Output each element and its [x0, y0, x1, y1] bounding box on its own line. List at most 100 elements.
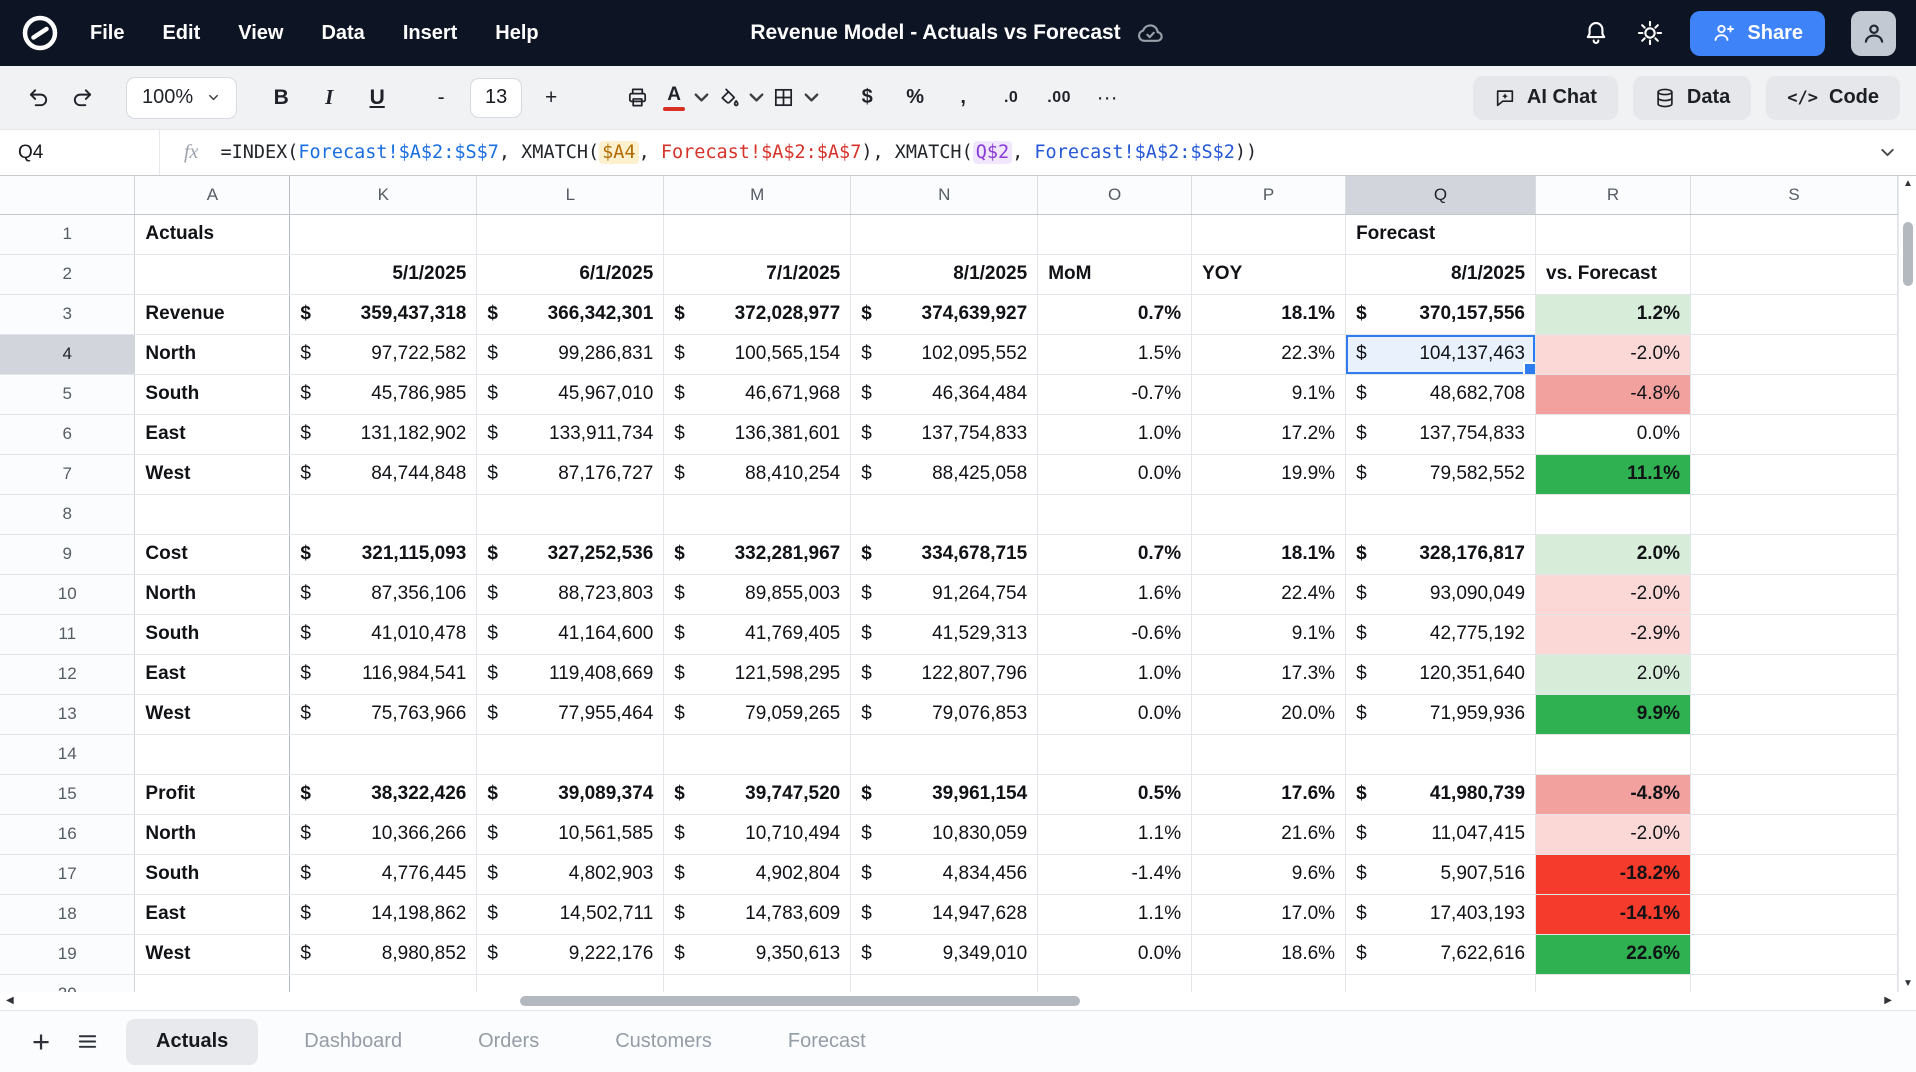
formula-input[interactable]: =INDEX(Forecast!$A$2:$S$7, XMATCH($A4, F… [220, 141, 1865, 164]
cell-P17[interactable]: 9.6% [1192, 854, 1346, 894]
cell-P10[interactable]: 22.4% [1192, 574, 1346, 614]
cell-M3[interactable]: $372,028,977 [664, 294, 851, 334]
cell-N7[interactable]: $88,425,058 [851, 454, 1038, 494]
zoom-select[interactable]: 100% [126, 77, 237, 119]
cell-P14[interactable] [1192, 734, 1346, 774]
cell-Q13[interactable]: $71,959,936 [1346, 694, 1536, 734]
cell-N11[interactable]: $41,529,313 [851, 614, 1038, 654]
cell-N8[interactable] [851, 494, 1038, 534]
row-header-16[interactable]: 16 [0, 814, 135, 854]
cell-K2[interactable]: 5/1/2025 [290, 254, 477, 294]
cell-R15[interactable]: -4.8% [1536, 774, 1691, 814]
cell-R9[interactable]: 2.0% [1536, 534, 1691, 574]
cell-O6[interactable]: 1.0% [1038, 414, 1192, 454]
cell-M17[interactable]: $4,902,804 [664, 854, 851, 894]
cell-L17[interactable]: $4,802,903 [477, 854, 664, 894]
cell-M6[interactable]: $136,381,601 [664, 414, 851, 454]
cell-N9[interactable]: $334,678,715 [851, 534, 1038, 574]
cell-S11[interactable] [1691, 614, 1898, 654]
cell-Q18[interactable]: $17,403,193 [1346, 894, 1536, 934]
cell-P11[interactable]: 9.1% [1192, 614, 1346, 654]
cell-L19[interactable]: $9,222,176 [477, 934, 664, 974]
sheet-tab-orders[interactable]: Orders [448, 1019, 569, 1065]
cell-K20[interactable] [290, 974, 477, 992]
scroll-down-arrow[interactable]: ▼ [1903, 979, 1913, 989]
cell-O11[interactable]: -0.6% [1038, 614, 1192, 654]
code-panel-button[interactable]: </> Code [1766, 76, 1900, 120]
cell-O1[interactable] [1038, 214, 1192, 254]
row-header-6[interactable]: 6 [0, 414, 135, 454]
cell-P3[interactable]: 18.1% [1192, 294, 1346, 334]
cell-Q5[interactable]: $48,682,708 [1346, 374, 1536, 414]
cell-P2[interactable]: YOY [1192, 254, 1346, 294]
cell-L14[interactable] [477, 734, 664, 774]
cell-A10[interactable]: North [135, 574, 290, 614]
cell-Q7[interactable]: $79,582,552 [1346, 454, 1536, 494]
cell-N19[interactable]: $9,349,010 [851, 934, 1038, 974]
cell-P13[interactable]: 20.0% [1192, 694, 1346, 734]
cell-A17[interactable]: South [135, 854, 290, 894]
cell-M5[interactable]: $46,671,968 [664, 374, 851, 414]
cell-L5[interactable]: $45,967,010 [477, 374, 664, 414]
cell-S20[interactable] [1691, 974, 1898, 992]
cell-N3[interactable]: $374,639,927 [851, 294, 1038, 334]
cell-P8[interactable] [1192, 494, 1346, 534]
row-header-17[interactable]: 17 [0, 854, 135, 894]
cell-M11[interactable]: $41,769,405 [664, 614, 851, 654]
cell-M19[interactable]: $9,350,613 [664, 934, 851, 974]
sheet-tab-actuals[interactable]: Actuals [126, 1019, 258, 1065]
cell-M7[interactable]: $88,410,254 [664, 454, 851, 494]
cell-K19[interactable]: $8,980,852 [290, 934, 477, 974]
cell-K1[interactable] [290, 214, 477, 254]
sheet-tab-customers[interactable]: Customers [585, 1019, 742, 1065]
cell-K16[interactable]: $10,366,266 [290, 814, 477, 854]
cell-N17[interactable]: $4,834,456 [851, 854, 1038, 894]
cell-K14[interactable] [290, 734, 477, 774]
cell-M1[interactable] [664, 214, 851, 254]
italic-button[interactable]: I [307, 77, 351, 119]
horizontal-scrollbar[interactable]: ◀ ▶ [0, 992, 1898, 1010]
cell-R6[interactable]: 0.0% [1536, 414, 1691, 454]
cell-A5[interactable]: South [135, 374, 290, 414]
cell-M2[interactable]: 7/1/2025 [664, 254, 851, 294]
cell-M14[interactable] [664, 734, 851, 774]
cell-K10[interactable]: $87,356,106 [290, 574, 477, 614]
cell-O4[interactable]: 1.5% [1038, 334, 1192, 374]
comma-format-button[interactable]: , [941, 77, 985, 119]
account-avatar-button[interactable] [1851, 11, 1896, 56]
cell-L10[interactable]: $88,723,803 [477, 574, 664, 614]
cell-K9[interactable]: $321,115,093 [290, 534, 477, 574]
cell-K11[interactable]: $41,010,478 [290, 614, 477, 654]
cell-O2[interactable]: MoM [1038, 254, 1192, 294]
scroll-right-arrow[interactable]: ▶ [1884, 996, 1892, 1006]
cell-A1[interactable]: Actuals [135, 214, 290, 254]
cell-N18[interactable]: $14,947,628 [851, 894, 1038, 934]
cell-N15[interactable]: $39,961,154 [851, 774, 1038, 814]
column-header-R[interactable]: R [1536, 176, 1691, 214]
row-header-11[interactable]: 11 [0, 614, 135, 654]
cell-O19[interactable]: 0.0% [1038, 934, 1192, 974]
cell-A18[interactable]: East [135, 894, 290, 934]
cell-Q10[interactable]: $93,090,049 [1346, 574, 1536, 614]
formula-bar-expand-chevron-icon[interactable] [1877, 142, 1898, 163]
row-header-8[interactable]: 8 [0, 494, 135, 534]
cell-R13[interactable]: 9.9% [1536, 694, 1691, 734]
cell-Q2[interactable]: 8/1/2025 [1346, 254, 1536, 294]
cell-P7[interactable]: 19.9% [1192, 454, 1346, 494]
grid-corner[interactable] [0, 176, 135, 214]
cell-S12[interactable] [1691, 654, 1898, 694]
sheet-tab-dashboard[interactable]: Dashboard [274, 1019, 432, 1065]
cell-M13[interactable]: $79,059,265 [664, 694, 851, 734]
cell-S6[interactable] [1691, 414, 1898, 454]
decrease-decimal-button[interactable]: .0 [989, 77, 1033, 119]
cell-R14[interactable] [1536, 734, 1691, 774]
cell-Q15[interactable]: $41,980,739 [1346, 774, 1536, 814]
cell-A20[interactable] [135, 974, 290, 992]
cell-P5[interactable]: 9.1% [1192, 374, 1346, 414]
cell-R8[interactable] [1536, 494, 1691, 534]
cell-M10[interactable]: $89,855,003 [664, 574, 851, 614]
cell-R20[interactable] [1536, 974, 1691, 992]
cell-R5[interactable]: -4.8% [1536, 374, 1691, 414]
cell-K13[interactable]: $75,763,966 [290, 694, 477, 734]
cell-O14[interactable] [1038, 734, 1192, 774]
